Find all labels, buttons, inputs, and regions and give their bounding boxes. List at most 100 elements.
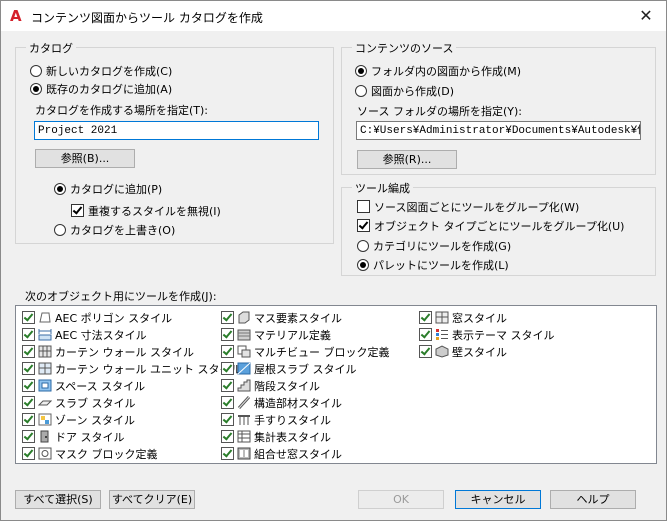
- checkbox-checked-icon[interactable]: [221, 379, 234, 392]
- object-type-label: カーテン ウォール ユニット スタイル: [55, 363, 242, 376]
- object-type-item[interactable]: 階段スタイル: [221, 378, 320, 395]
- dialog-window: A コンテンツ図面からツール カタログを作成 ✕ カタログ 新しいカタログを作成…: [0, 0, 667, 521]
- clear-all-button[interactable]: すべてクリア(E): [109, 490, 195, 509]
- objects-listbox[interactable]: AEC ポリゴン スタイル AEC 寸法スタイルカーテン ウォール スタイルカーテ…: [15, 305, 657, 464]
- checkbox-checked-icon[interactable]: [419, 328, 432, 341]
- checkbox-checked-icon[interactable]: [22, 379, 35, 392]
- catalog-browse-button[interactable]: 参照(B)...: [35, 149, 135, 168]
- radio-icon: [355, 85, 367, 97]
- checkbox-checked-icon[interactable]: [22, 362, 35, 375]
- object-type-item[interactable]: マテリアル定義: [221, 327, 331, 344]
- group-by-type-checkbox[interactable]: オブジェクト タイプごとにツールをグループ化(U): [357, 218, 624, 234]
- object-type-label: 組合せ窓スタイル: [254, 448, 342, 461]
- object-type-label: ドア スタイル: [55, 431, 125, 444]
- radio-icon: [54, 224, 66, 236]
- ignore-duplicates-checkbox[interactable]: 重複するスタイルを無視(I): [71, 203, 221, 219]
- object-type-label: スラブ スタイル: [55, 397, 136, 410]
- checkbox-checked-icon[interactable]: [419, 311, 432, 324]
- object-type-label: マス要素スタイル: [254, 312, 342, 325]
- checkbox-checked-icon[interactable]: [22, 311, 35, 324]
- radio-icon: [357, 240, 369, 252]
- existing-catalog-radio[interactable]: 既存のカタログに追加(A): [30, 81, 172, 97]
- catalog-location-label: カタログを作成する場所を指定(T):: [35, 104, 209, 117]
- roof-slab-icon: [237, 362, 251, 375]
- from-folder-radio[interactable]: フォルダ内の図面から作成(M): [355, 63, 521, 79]
- checkbox-checked-icon[interactable]: [221, 396, 234, 409]
- window-assembly-icon: [237, 447, 251, 460]
- mask-block-icon: [38, 447, 52, 460]
- help-button[interactable]: ヘルプ: [550, 490, 636, 509]
- checkbox-checked-icon: [357, 219, 370, 232]
- checkbox-checked-icon[interactable]: [221, 413, 234, 426]
- object-type-item[interactable]: ドア スタイル: [22, 429, 125, 446]
- object-type-label: マルチビュー ブロック定義: [254, 346, 390, 359]
- radio-selected-icon: [355, 65, 367, 77]
- autocad-logo-icon: A: [10, 7, 22, 25]
- object-type-item[interactable]: 壁スタイル: [419, 344, 507, 361]
- from-drawing-radio[interactable]: 図面から作成(D): [355, 83, 454, 99]
- checkbox-checked-icon[interactable]: [221, 328, 234, 341]
- object-type-item[interactable]: 構造部材スタイル: [221, 395, 342, 412]
- source-folder-label: ソース フォルダの場所を指定(Y):: [357, 105, 522, 118]
- checkbox-checked-icon[interactable]: [22, 413, 35, 426]
- add-to-catalog-radio[interactable]: カタログに追加(P): [54, 181, 162, 197]
- zone-icon: [38, 413, 52, 426]
- curtain-wall-unit-icon: [38, 362, 52, 375]
- schedule-table-icon: [237, 430, 251, 443]
- object-type-item[interactable]: 窓スタイル: [419, 310, 507, 327]
- create-in-category-radio[interactable]: カテゴリにツールを作成(G): [357, 238, 511, 254]
- object-type-item[interactable]: 集計表スタイル: [221, 429, 331, 446]
- new-catalog-radio[interactable]: 新しいカタログを作成(C): [30, 63, 172, 79]
- object-type-label: ゾーン スタイル: [55, 414, 135, 427]
- checkbox-checked-icon[interactable]: [22, 447, 35, 460]
- checkbox-checked-icon[interactable]: [221, 430, 234, 443]
- object-type-label: カーテン ウォール スタイル: [55, 346, 194, 359]
- overwrite-catalog-radio[interactable]: カタログを上書き(O): [54, 222, 175, 238]
- window-title: コンテンツ図面からツール カタログを作成: [31, 11, 263, 25]
- checkbox-checked-icon: [71, 204, 84, 217]
- radio-selected-icon: [54, 183, 66, 195]
- object-type-item[interactable]: 手すりスタイル: [221, 412, 331, 429]
- object-type-item[interactable]: マルチビュー ブロック定義: [221, 344, 390, 361]
- checkbox-checked-icon[interactable]: [221, 345, 234, 358]
- object-type-item[interactable]: カーテン ウォール ユニット スタイル: [22, 361, 242, 378]
- dimension-icon: [38, 328, 52, 341]
- object-type-item[interactable]: スペース スタイル: [22, 378, 145, 395]
- source-group-label: コンテンツのソース: [352, 40, 457, 56]
- material-icon: [237, 328, 251, 341]
- source-folder-input[interactable]: C:¥Users¥Administrator¥Documents¥Autodes…: [356, 121, 641, 140]
- object-type-item[interactable]: AEC ポリゴン スタイル: [22, 310, 172, 327]
- structural-member-icon: [237, 396, 251, 409]
- checkbox-checked-icon[interactable]: [22, 430, 35, 443]
- polygon-icon: [38, 311, 52, 324]
- checkbox-checked-icon[interactable]: [22, 328, 35, 341]
- select-all-button[interactable]: すべて選択(S): [15, 490, 101, 509]
- checkbox-checked-icon[interactable]: [419, 345, 432, 358]
- checkbox-checked-icon[interactable]: [22, 345, 35, 358]
- checkbox-checked-icon[interactable]: [221, 311, 234, 324]
- ok-button[interactable]: OK: [358, 490, 444, 509]
- tool-organization-group-label: ツール編成: [352, 180, 413, 196]
- object-type-item[interactable]: カーテン ウォール スタイル: [22, 344, 194, 361]
- source-browse-button[interactable]: 参照(R)...: [357, 150, 457, 169]
- cancel-button[interactable]: キャンセル: [455, 490, 541, 509]
- object-type-item[interactable]: 屋根スラブ スタイル: [221, 361, 357, 378]
- title-bar: A コンテンツ図面からツール カタログを作成 ✕: [1, 1, 666, 31]
- create-in-palette-radio[interactable]: パレットにツールを作成(L): [357, 257, 509, 273]
- catalog-location-input[interactable]: Project 2021: [34, 121, 319, 140]
- object-type-item[interactable]: マス要素スタイル: [221, 310, 342, 327]
- checkbox-checked-icon[interactable]: [221, 362, 234, 375]
- close-icon[interactable]: ✕: [636, 6, 656, 26]
- object-type-item[interactable]: スラブ スタイル: [22, 395, 136, 412]
- group-by-drawing-checkbox[interactable]: ソース図面ごとにツールをグループ化(W): [357, 199, 579, 215]
- object-type-label: マテリアル定義: [254, 329, 331, 342]
- checkbox-checked-icon[interactable]: [221, 447, 234, 460]
- object-type-item[interactable]: マスク ブロック定義: [22, 446, 158, 463]
- stair-icon: [237, 379, 251, 392]
- object-type-item[interactable]: 表示テーマ スタイル: [419, 327, 555, 344]
- object-type-item[interactable]: ゾーン スタイル: [22, 412, 135, 429]
- object-type-item[interactable]: AEC 寸法スタイル: [22, 327, 147, 344]
- railing-icon: [237, 413, 251, 426]
- object-type-item[interactable]: 組合せ窓スタイル: [221, 446, 342, 463]
- checkbox-checked-icon[interactable]: [22, 396, 35, 409]
